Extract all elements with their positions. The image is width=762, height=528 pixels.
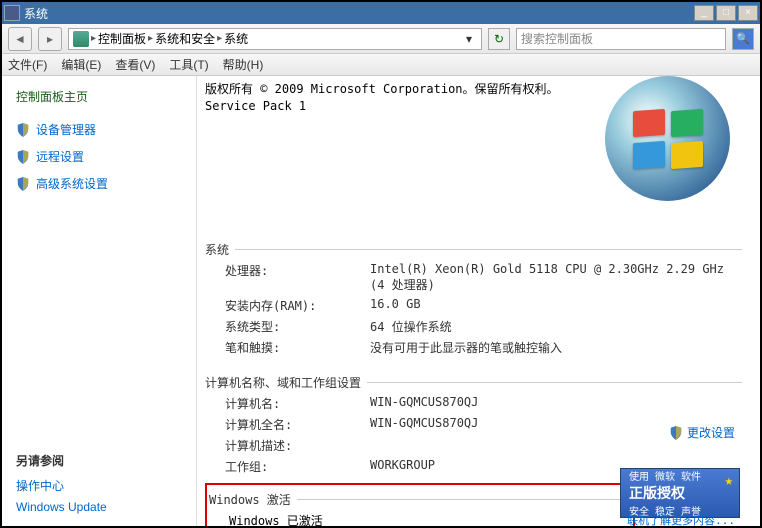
windows-logo — [605, 76, 730, 201]
breadcrumb[interactable]: ▸ 控制面板 ▸ 系统和安全 ▸ 系统 ▾ — [68, 28, 482, 50]
refresh-button[interactable]: ↻ — [488, 28, 510, 50]
sidebar-advanced-settings[interactable]: 高级系统设置 — [16, 175, 182, 192]
control-panel-home-link[interactable]: 控制面板主页 — [16, 88, 182, 105]
app-icon — [4, 5, 20, 21]
search-button[interactable]: 🔍 — [732, 28, 754, 50]
section-system-header: 系统 — [205, 241, 742, 258]
sidebar-device-manager[interactable]: 设备管理器 — [16, 121, 182, 138]
titlebar: 系统 _ □ × — [2, 2, 760, 24]
section-activation-header: Windows 激活 — [209, 491, 623, 508]
value-pen-touch: 没有可用于此显示器的笔或触控输入 — [370, 339, 742, 356]
back-button[interactable]: ◄ — [8, 27, 32, 51]
control-panel-icon — [73, 31, 89, 47]
value-system-type: 64 位操作系统 — [370, 318, 742, 335]
label-pen-touch: 笔和触摸: — [225, 339, 370, 356]
menu-view[interactable]: 查看(V) — [115, 56, 155, 73]
close-button[interactable]: × — [738, 5, 758, 21]
menubar: 文件(F) 编辑(E) 查看(V) 工具(T) 帮助(H) — [2, 54, 760, 76]
search-input[interactable]: 搜索控制面板 — [516, 28, 726, 50]
maximize-button[interactable]: □ — [716, 5, 736, 21]
breadcrumb-item[interactable]: 控制面板 — [98, 30, 146, 47]
shield-icon — [16, 177, 30, 191]
learn-more-link[interactable]: 联机了解更多内容... — [627, 512, 735, 526]
search-placeholder: 搜索控制面板 — [521, 30, 593, 47]
sidebar-item-label: 设备管理器 — [36, 121, 96, 138]
label-workgroup: 工作组: — [225, 458, 370, 475]
genuine-line2: 正版授权 — [629, 483, 739, 503]
section-computer-header: 计算机名称、域和工作组设置 — [205, 374, 742, 391]
label-full-name: 计算机全名: — [225, 416, 370, 433]
chevron-right-icon: ▸ — [91, 33, 96, 44]
label-description: 计算机描述: — [225, 437, 370, 454]
genuine-line1: 使用 微软 软件 — [629, 468, 739, 483]
label-ram: 安装内存(RAM): — [225, 297, 370, 314]
sidebar-item-label: 高级系统设置 — [36, 175, 108, 192]
activation-status: Windows 已激活 — [229, 512, 323, 526]
see-also-header: 另请参阅 — [16, 452, 182, 469]
see-also-windows-update[interactable]: Windows Update — [16, 500, 182, 514]
sidebar-item-label: 远程设置 — [36, 148, 84, 165]
see-also-action-center[interactable]: 操作中心 — [16, 477, 182, 494]
main-content: 版权所有 © 2009 Microsoft Corporation。保留所有权利… — [197, 76, 760, 526]
shield-icon — [16, 150, 30, 164]
chevron-right-icon: ▸ — [217, 33, 222, 44]
menu-tools[interactable]: 工具(T) — [169, 56, 208, 73]
value-processor: Intel(R) Xeon(R) Gold 5118 CPU @ 2.30GHz… — [370, 262, 742, 293]
shield-icon — [16, 123, 30, 137]
sidebar-remote-settings[interactable]: 远程设置 — [16, 148, 182, 165]
genuine-badge[interactable]: ★ 使用 微软 软件 正版授权 安全 稳定 声誉 — [620, 468, 740, 518]
activation-highlight-box: Windows 激活 Windows 已激活 产品 ID: 00477-OEM-… — [205, 483, 635, 526]
chevron-right-icon: ▸ — [148, 33, 153, 44]
label-processor: 处理器: — [225, 262, 370, 293]
label-system-type: 系统类型: — [225, 318, 370, 335]
shield-icon — [669, 426, 683, 440]
minimize-button[interactable]: _ — [694, 5, 714, 21]
label-computer-name: 计算机名: — [225, 395, 370, 412]
star-icon: ★ — [725, 473, 733, 489]
window-title: 系统 — [24, 5, 694, 22]
menu-file[interactable]: 文件(F) — [8, 56, 47, 73]
value-computer-name: WIN-GQMCUS870QJ — [370, 395, 742, 412]
breadcrumb-item[interactable]: 系统和安全 — [155, 30, 215, 47]
forward-button[interactable]: ▸ — [38, 27, 62, 51]
menu-help[interactable]: 帮助(H) — [223, 56, 264, 73]
menu-edit[interactable]: 编辑(E) — [61, 56, 101, 73]
breadcrumb-item[interactable]: 系统 — [224, 30, 248, 47]
value-ram: 16.0 GB — [370, 297, 742, 314]
breadcrumb-dropdown[interactable]: ▾ — [461, 32, 477, 46]
change-settings-link[interactable]: 更改设置 — [669, 424, 735, 441]
change-settings-label: 更改设置 — [687, 424, 735, 441]
sidebar: 控制面板主页 设备管理器 远程设置 高级系统设置 另请参阅 操作中心 Windo… — [2, 76, 197, 526]
navbar: ◄ ▸ ▸ 控制面板 ▸ 系统和安全 ▸ 系统 ▾ ↻ 搜索控制面板 🔍 — [2, 24, 760, 54]
